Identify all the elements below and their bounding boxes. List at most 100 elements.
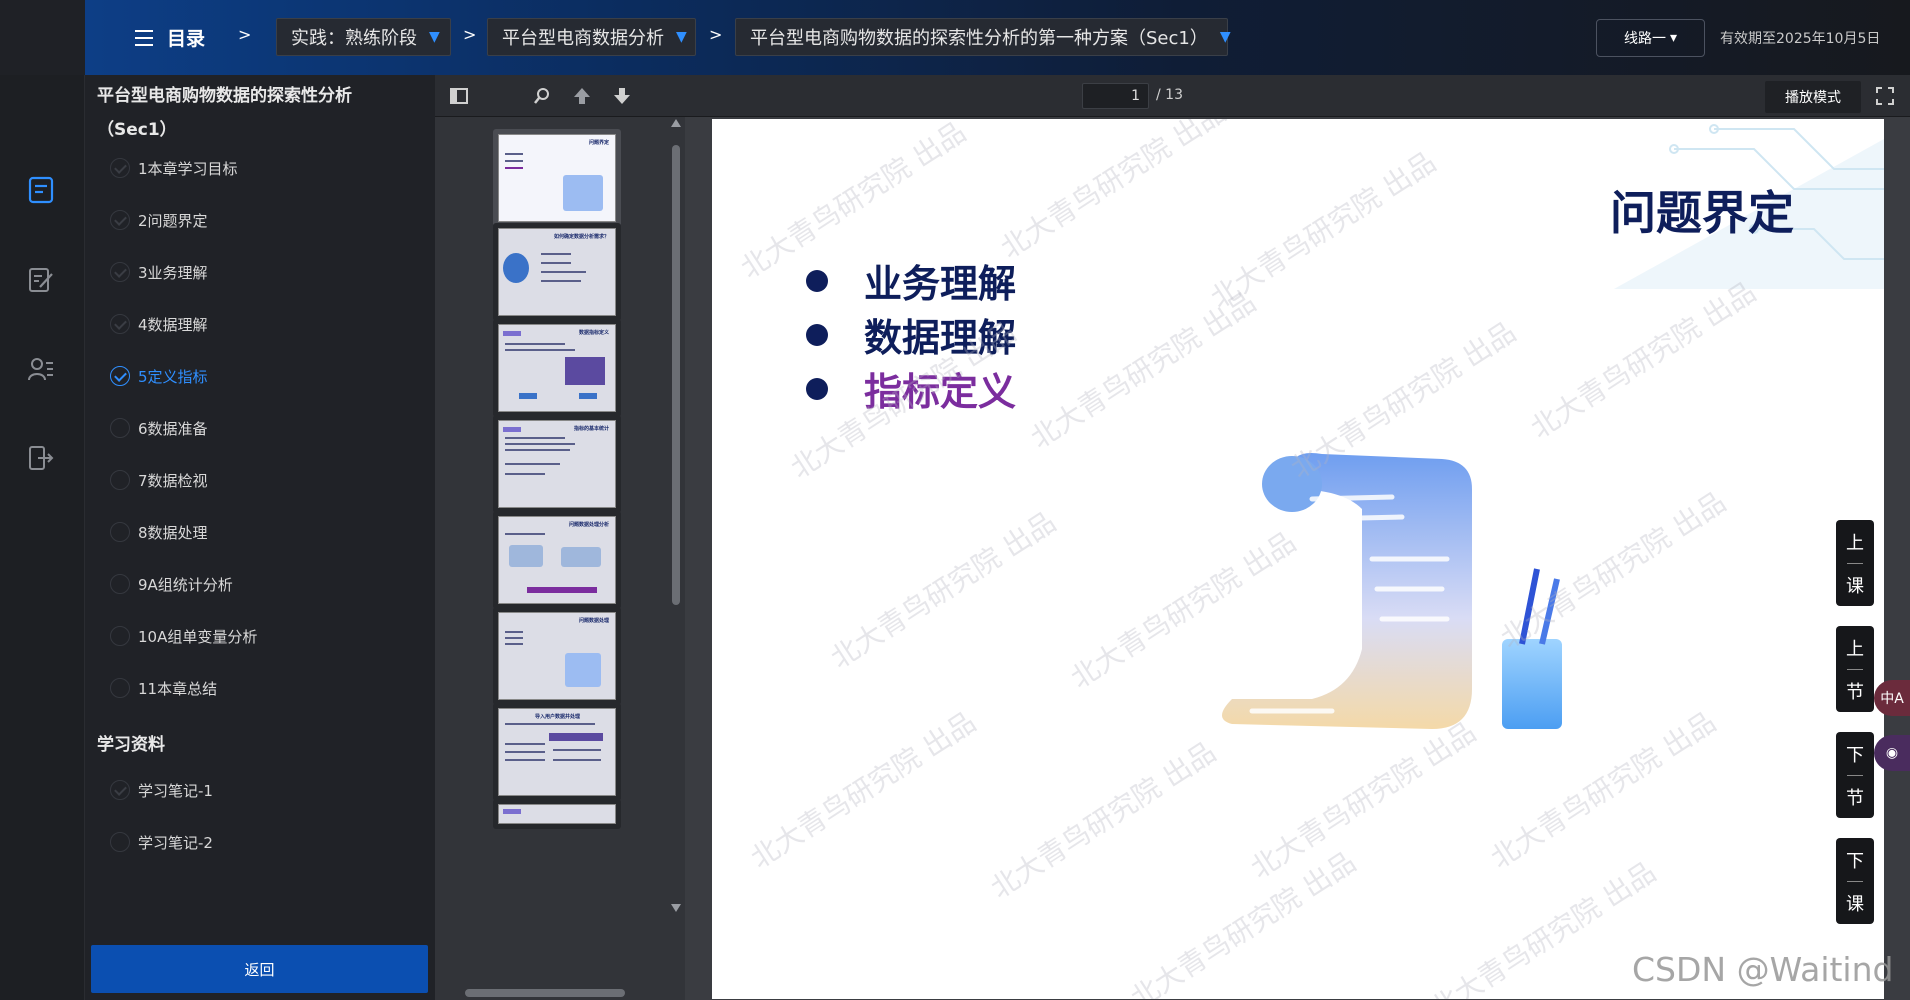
check-icon (110, 262, 130, 282)
bullet-dot (806, 269, 828, 292)
hscrollbar-thumb[interactable] (465, 989, 625, 997)
breadcrumb-separator: > (463, 25, 477, 44)
toc-item[interactable]: 7数据检视 (110, 465, 208, 495)
toc-item[interactable]: 9A组统计分析 (110, 569, 233, 599)
toc-item-label: 2问题界定 (138, 211, 208, 230)
next-lesson-label-1: 下 (1846, 850, 1864, 872)
circle-icon (110, 418, 130, 438)
next-section-button[interactable]: 下 节 (1836, 732, 1874, 818)
arrow-up-icon[interactable] (570, 84, 594, 108)
caret-down-icon: ▼ (1219, 29, 1231, 45)
ai-assistant-icon[interactable]: ◉ (1874, 735, 1910, 771)
thumbnail-title: 数据指标定义 (578, 330, 609, 336)
bullet-dot (806, 323, 828, 346)
toc-item-label: 7数据检视 (138, 471, 208, 490)
page-total: / 13 (1156, 87, 1183, 103)
toc-item[interactable]: 8数据处理 (110, 517, 208, 547)
next-lesson-button[interactable]: 下 课 (1836, 838, 1874, 924)
thumbnail-page-2[interactable]: 如何确定数据分析需求？ (493, 223, 621, 321)
circle-icon (110, 522, 130, 542)
edit-icon[interactable] (26, 265, 56, 295)
search-icon[interactable] (530, 84, 554, 108)
toc-title: 平台型电商购物数据的探索性分析（Sec1） (97, 86, 352, 140)
breadcrumb-course-label: 平台型电商数据分析 (502, 28, 664, 49)
toc-menu-button[interactable]: 目录 (135, 24, 205, 51)
arrow-down-icon[interactable] (610, 84, 634, 108)
thumbnail-hscrollbar[interactable] (435, 986, 685, 1000)
scrollbar-thumb[interactable] (672, 145, 680, 605)
scroll-down-icon[interactable] (671, 904, 681, 912)
watermark: 北大青鸟研究院 出品 (824, 505, 1062, 676)
material-item[interactable]: 学习笔记-1 (110, 775, 213, 805)
toc-item-active[interactable]: 5定义指标 (110, 361, 208, 391)
thumbnail-preview: 问题数据处理 (498, 612, 616, 700)
document-icon[interactable] (26, 175, 56, 205)
prev-section-button[interactable]: 上 节 (1836, 626, 1874, 712)
fullscreen-icon[interactable] (1873, 84, 1897, 108)
thumbnail-page-1[interactable]: 问题界定 (493, 129, 621, 227)
toc-item-label: 6数据准备 (138, 419, 208, 438)
prev-section-label-2: 节 (1846, 681, 1864, 703)
pdf-toolbar: 1 / 13 播放模式 (435, 75, 1910, 117)
thumbnail-page-5[interactable]: 问题数据处理分析 (493, 511, 621, 609)
watermark: 北大青鸟研究院 出品 (744, 705, 982, 876)
thumbnail-title: 指标的基本统计 (573, 426, 609, 432)
route-select[interactable]: 线路一 ▾ (1596, 19, 1705, 57)
thumbnail-page-8[interactable] (493, 799, 621, 829)
watermark: 北大青鸟研究院 出品 (1524, 275, 1762, 446)
circle-icon (110, 626, 130, 646)
toc-item[interactable]: 2问题界定 (110, 205, 208, 235)
route-label: 线路一 (1623, 31, 1666, 47)
breadcrumb-separator: > (238, 25, 252, 44)
toc-item[interactable]: 3业务理解 (110, 257, 208, 287)
breadcrumb-stage-label: 实践：熟练阶段 (291, 28, 417, 49)
user-list-icon[interactable] (26, 355, 56, 385)
thumbnail-preview: 指标的基本统计 (498, 420, 616, 508)
breadcrumb-chapter[interactable]: 平台型电商购物数据的探索性分析的第一种方案（Sec1） ▼ (735, 18, 1231, 56)
caret-down-icon: ▼ (429, 29, 440, 45)
thumbnail-panel: 问题界定 如何确定数据分析需求？ 数据指标定义 指标的基本统计 问题数据处理分析… (435, 117, 685, 1000)
thumbnail-page-6[interactable]: 问题数据处理 (493, 607, 621, 705)
breadcrumb-course[interactable]: 平台型电商数据分析 ▼ (487, 18, 696, 56)
toc-item[interactable]: 4数据理解 (110, 309, 208, 339)
thumbnail-title: 问题数据处理分析 (568, 522, 609, 528)
csdn-watermark: CSDN @Waitind (1632, 950, 1894, 989)
thumbnail-preview: 数据指标定义 (498, 324, 616, 412)
sidebar-toggle-icon[interactable] (447, 84, 471, 108)
circle-icon (110, 678, 130, 698)
thumbnail-title: 问题数据处理 (578, 618, 609, 624)
breadcrumb-stage[interactable]: 实践：熟练阶段 ▼ (276, 18, 451, 56)
thumbnail-title: 问题界定 (588, 140, 609, 146)
toc-item-label: 3业务理解 (138, 263, 208, 282)
thumbnail-scrollbar[interactable] (669, 117, 683, 1000)
back-button[interactable]: 返回 (91, 945, 428, 993)
material-item-label: 学习笔记-2 (138, 833, 213, 852)
check-icon (110, 780, 130, 800)
translate-icon[interactable]: 中A (1874, 680, 1910, 716)
prev-lesson-button[interactable]: 上 课 (1836, 520, 1874, 606)
play-mode-button[interactable]: 播放模式 (1765, 81, 1861, 113)
exit-icon[interactable] (26, 443, 56, 473)
thumbnail-preview: 如何确定数据分析需求？ (498, 228, 616, 316)
thumbnail-page-4[interactable]: 指标的基本统计 (493, 415, 621, 513)
check-icon (110, 314, 130, 334)
watermark: 北大青鸟研究院 出品 (1124, 845, 1362, 999)
thumbnail-page-7[interactable]: 导入用户数据并处理 (493, 703, 621, 801)
watermark: 北大青鸟研究院 出品 (984, 735, 1222, 906)
toc-item[interactable]: 1本章学习目标 (110, 153, 238, 183)
scroll-up-icon[interactable] (671, 119, 681, 127)
toc-item[interactable]: 11本章总结 (110, 673, 217, 703)
toc-item-label: 9A组统计分析 (138, 575, 233, 594)
toc-item-label: 10A组单变量分析 (138, 627, 258, 646)
bullet-text: 业务理解 (864, 262, 1017, 306)
toc-item[interactable]: 6数据准备 (110, 413, 208, 443)
check-icon (110, 366, 130, 386)
divider (1847, 774, 1863, 776)
page-number-input[interactable]: 1 (1082, 83, 1149, 109)
toc-item-label: 1本章学习目标 (138, 159, 238, 178)
toc-item[interactable]: 10A组单变量分析 (110, 621, 257, 651)
next-section-label-2: 节 (1846, 787, 1864, 809)
thumbnail-page-3[interactable]: 数据指标定义 (493, 319, 621, 417)
divider (1847, 562, 1863, 564)
material-item[interactable]: 学习笔记-2 (110, 827, 213, 857)
